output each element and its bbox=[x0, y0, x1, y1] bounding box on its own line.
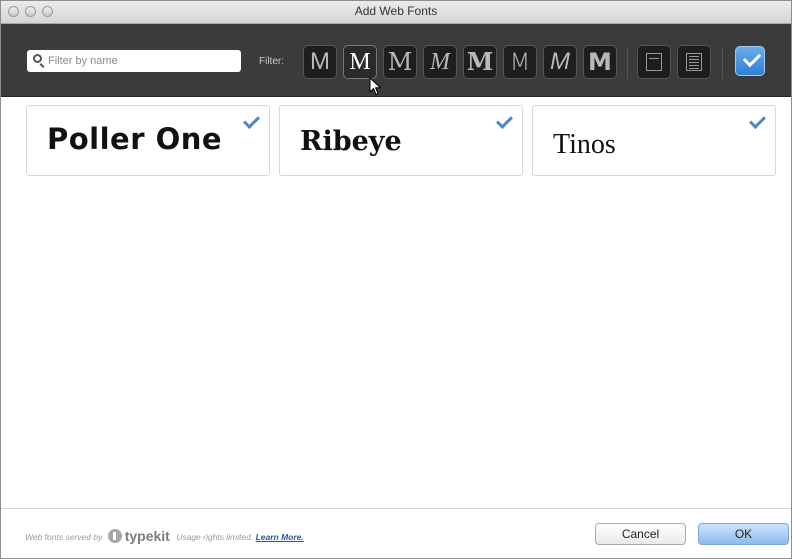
filter-sans-serif-button[interactable]: M bbox=[303, 45, 337, 79]
typekit-brand: typekit bbox=[124, 528, 170, 544]
served-by-text: Web fonts served by bbox=[25, 532, 103, 542]
font-card-tinos[interactable]: Tinos bbox=[532, 105, 776, 176]
footer: Web fonts served by typekit Usage rights… bbox=[1, 508, 791, 558]
filter-blackletter-button[interactable]: M bbox=[463, 45, 497, 79]
title-bar: Add Web Fonts bbox=[1, 1, 791, 24]
font-name: Poller One bbox=[47, 122, 223, 156]
mouse-pointer-icon bbox=[369, 77, 382, 96]
filter-glyph: M bbox=[466, 47, 494, 76]
font-name: Tinos bbox=[553, 129, 616, 160]
typekit-logo-icon bbox=[107, 529, 122, 543]
font-card-poller-one[interactable]: Poller One bbox=[26, 105, 270, 176]
checkmark-icon bbox=[742, 48, 762, 68]
cancel-button[interactable]: Cancel bbox=[595, 523, 686, 545]
filter-glyph: M bbox=[430, 49, 450, 75]
paragraph-fonts-filter-button[interactable] bbox=[677, 45, 711, 79]
toolbar-divider bbox=[722, 47, 723, 79]
heading-fonts-filter-button[interactable] bbox=[637, 45, 671, 79]
filter-serif-button[interactable]: M bbox=[343, 45, 377, 79]
heading-layout-icon bbox=[646, 53, 662, 71]
filter-glyph: M bbox=[550, 48, 570, 75]
filter-label: Filter: bbox=[259, 56, 284, 67]
filter-glyph: M bbox=[588, 48, 612, 76]
filter-decorative-button[interactable]: M bbox=[583, 45, 617, 79]
filter-handwritten-button[interactable]: M bbox=[543, 45, 577, 79]
filter-slab-serif-button[interactable]: M bbox=[383, 45, 417, 79]
show-selected-button[interactable] bbox=[735, 46, 765, 76]
font-name: Ribeye bbox=[300, 126, 402, 157]
learn-more-link[interactable]: Learn More. bbox=[256, 532, 304, 542]
filter-glyph: M bbox=[310, 48, 330, 75]
paragraph-layout-icon bbox=[686, 53, 702, 71]
filter-monospaced-button[interactable]: M bbox=[503, 45, 537, 79]
window-title: Add Web Fonts bbox=[354, 4, 438, 18]
usage-rights-text: Usage rights limited. bbox=[176, 532, 254, 542]
search-icon bbox=[33, 54, 42, 63]
search-box bbox=[27, 50, 241, 72]
filter-script-button[interactable]: M bbox=[423, 45, 457, 79]
filter-glyph: M bbox=[349, 49, 371, 75]
toolbar: Filter: M M M M M M M M bbox=[1, 24, 791, 97]
filter-glyph: M bbox=[509, 48, 531, 76]
checkmark-icon bbox=[749, 112, 766, 129]
typekit-attribution: Web fonts served by typekit Usage rights… bbox=[25, 528, 304, 544]
filter-by-name-input[interactable] bbox=[48, 52, 233, 70]
toolbar-divider bbox=[627, 47, 628, 79]
ok-button[interactable]: OK bbox=[698, 523, 789, 545]
filter-glyph: M bbox=[387, 48, 413, 76]
add-web-fonts-window: Add Web Fonts Filter: M M M M M M M M bbox=[0, 0, 792, 559]
font-card-ribeye[interactable]: Ribeye bbox=[279, 105, 523, 176]
